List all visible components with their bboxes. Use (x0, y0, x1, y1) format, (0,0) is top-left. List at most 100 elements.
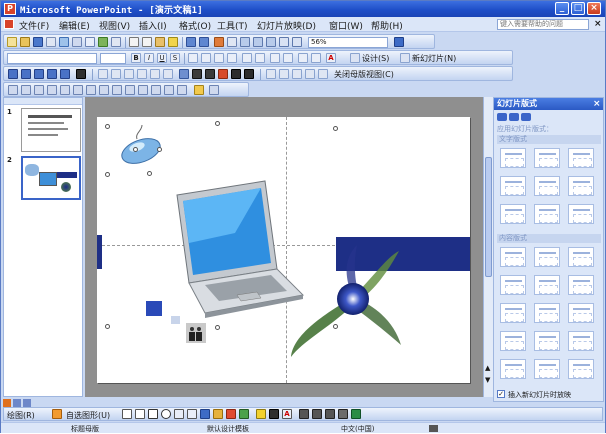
align-left-icon[interactable] (188, 53, 198, 63)
decorative-square-blue[interactable] (146, 301, 162, 316)
recolor-icon[interactable] (138, 85, 148, 95)
bullets-icon[interactable] (255, 53, 265, 63)
selection-handle[interactable] (157, 147, 162, 152)
more-brightness-icon[interactable] (60, 85, 70, 95)
textbox-icon[interactable] (174, 409, 184, 419)
layout-content-4[interactable] (500, 275, 526, 295)
oval-icon[interactable] (161, 409, 171, 419)
menu-help[interactable]: 帮助(H) (371, 19, 403, 32)
layout-blank[interactable] (534, 176, 560, 196)
show-on-insert-checkbox[interactable]: ✓ (497, 390, 505, 398)
design-button[interactable]: 设计(S) (362, 53, 389, 64)
zoom-select[interactable]: 56% (308, 37, 388, 48)
crop-icon[interactable] (86, 85, 96, 95)
people-photo[interactable] (186, 323, 206, 343)
menu-tools[interactable]: 工具(T) (217, 19, 248, 32)
font-size-select[interactable] (100, 53, 126, 64)
insert-title-master-icon[interactable] (111, 69, 121, 79)
color-icon[interactable] (21, 85, 31, 95)
handout-master-icon[interactable] (292, 69, 302, 79)
font-color-icon[interactable]: A (326, 53, 336, 63)
layout-content-15[interactable] (568, 359, 594, 379)
pan-icon[interactable] (60, 69, 70, 79)
underline-icon[interactable]: U (157, 53, 167, 63)
selection-handle[interactable] (333, 324, 338, 329)
slide-thumbnail-1[interactable] (21, 108, 81, 152)
draw-icon[interactable] (21, 69, 31, 79)
autoshapes-menu[interactable]: 自选图形(U) (66, 410, 110, 421)
shadow-style-icon[interactable] (338, 409, 348, 419)
selection-handle[interactable] (333, 126, 338, 131)
master-layout-icon[interactable] (163, 69, 173, 79)
color-grayscale-icon[interactable] (292, 37, 302, 47)
layout-content-13[interactable] (500, 359, 526, 379)
line-icon[interactable] (122, 409, 132, 419)
maximize-icon[interactable]: □ (571, 2, 585, 15)
forward-icon[interactable] (509, 113, 519, 121)
help-icon[interactable] (394, 37, 404, 47)
insert-picture-icon[interactable] (8, 85, 18, 95)
menu-file[interactable]: 文件(F) (19, 19, 49, 32)
font-color-red-icon[interactable] (218, 69, 228, 79)
slides-pane-tabs[interactable] (4, 98, 82, 105)
redo-icon[interactable] (199, 37, 209, 47)
vertical-textbox-icon[interactable] (187, 409, 197, 419)
layout-content-2[interactable] (534, 247, 560, 267)
layout-title-two-content[interactable] (568, 204, 594, 224)
task-pane-close-icon[interactable]: × (593, 99, 601, 109)
diagram-icon[interactable] (213, 409, 223, 419)
rectangle-icon[interactable] (148, 409, 158, 419)
spellcheck-status-icon[interactable] (429, 425, 438, 432)
previous-slide-icon[interactable]: ▲ (485, 365, 490, 372)
show-formatting-icon[interactable] (266, 37, 276, 47)
delete-master-icon[interactable] (124, 69, 134, 79)
layout-content-5[interactable] (534, 275, 560, 295)
slide-thumbnail-2[interactable] (21, 156, 81, 200)
reset-picture-icon[interactable] (177, 85, 187, 95)
more-contrast-icon[interactable] (34, 85, 44, 95)
layout-content-1[interactable] (500, 247, 526, 267)
selection-handle[interactable] (105, 124, 110, 129)
computer-mouse-image[interactable] (115, 123, 165, 165)
back-icon[interactable] (497, 113, 507, 121)
align-right-icon[interactable] (214, 53, 224, 63)
help-search-input[interactable]: 键入需要帮助的问题 (497, 19, 589, 30)
menu-insert[interactable]: 插入(I) (139, 19, 167, 32)
selection-handle[interactable] (105, 172, 110, 177)
decorative-square-light[interactable] (171, 316, 180, 324)
fill-color-icon[interactable] (179, 69, 189, 79)
format-picture-icon[interactable] (151, 85, 161, 95)
clipart-icon[interactable] (226, 409, 236, 419)
paste-icon[interactable] (155, 37, 165, 47)
layout-content-7[interactable] (500, 303, 526, 323)
line-style-bars-icon[interactable] (299, 409, 309, 419)
less-brightness-icon[interactable] (73, 85, 83, 95)
copy-icon[interactable] (142, 37, 152, 47)
new-slide-icon[interactable] (400, 53, 410, 63)
layout-title-content[interactable] (568, 176, 594, 196)
wordart-icon[interactable] (200, 409, 210, 419)
menu-format[interactable]: 格式(O) (179, 19, 211, 32)
normal-view-icon[interactable] (3, 399, 11, 407)
close-icon[interactable]: × (587, 2, 601, 15)
notes-master-icon[interactable] (305, 69, 315, 79)
scrollbar-thumb[interactable] (485, 157, 492, 277)
title-master-icon[interactable] (279, 69, 289, 79)
select-icon[interactable] (8, 69, 18, 79)
layout-title-slide[interactable] (500, 148, 526, 168)
shadow-icon[interactable]: S (170, 53, 180, 63)
menu-window[interactable]: 窗口(W) (329, 19, 363, 32)
arrow-style-icon[interactable] (231, 69, 241, 79)
vertical-scrollbar[interactable]: ▲ ▼ (483, 97, 493, 397)
layout-title-two-columns[interactable] (500, 176, 526, 196)
select-objects-icon[interactable] (52, 409, 62, 419)
layout-content-6[interactable] (568, 275, 594, 295)
insert-chart-icon[interactable] (214, 37, 224, 47)
save-icon[interactable] (33, 37, 43, 47)
increase-indent-icon[interactable] (311, 53, 321, 63)
close-document-icon[interactable]: × (594, 19, 602, 29)
thumbnail-view-icon[interactable] (266, 69, 276, 79)
italic-icon[interactable]: I (144, 53, 154, 63)
slide-canvas[interactable] (97, 117, 470, 383)
layout-content-14[interactable] (534, 359, 560, 379)
